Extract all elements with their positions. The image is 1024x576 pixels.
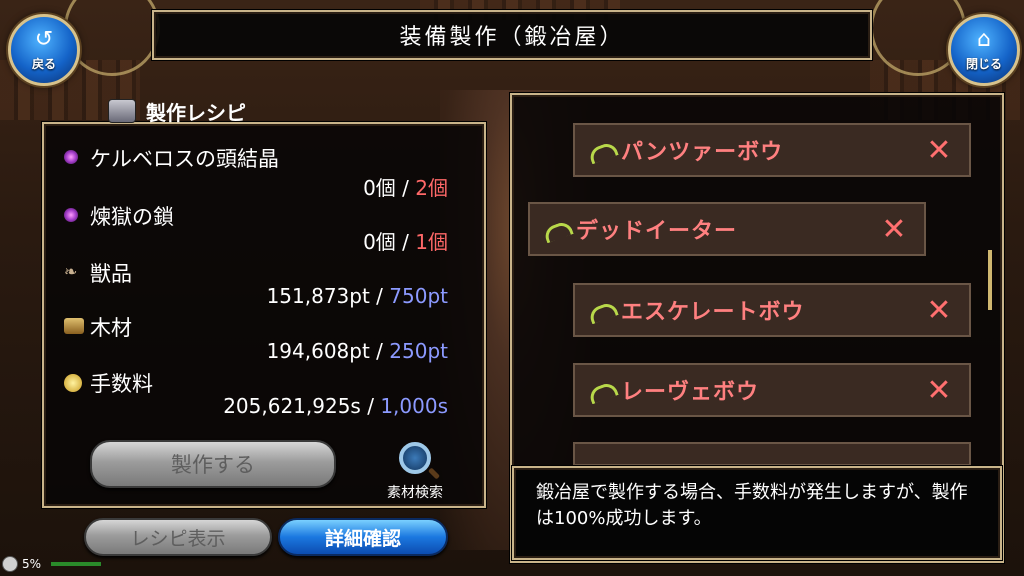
bow-icon <box>589 142 611 158</box>
material-need: 750pt <box>389 284 448 308</box>
list-scrollbar[interactable] <box>988 250 992 310</box>
unavailable-mark-icon: ✕ <box>926 292 952 328</box>
description-text: 鍛冶屋で製作する場合、手数料が発生しますが、製作は100%成功します。 <box>536 482 968 529</box>
list-item[interactable]: エスケレートボウ ✕ <box>573 283 971 337</box>
material-name: 獣品 <box>90 262 132 286</box>
home-icon: ⌂ <box>977 26 991 52</box>
back-arrow-icon: ↺ <box>34 26 54 52</box>
coins-icon <box>64 374 82 392</box>
craft-button[interactable]: 製作する <box>90 440 336 488</box>
list-item[interactable]: パンツァーボウ ✕ <box>573 123 971 177</box>
battery-text: 5% <box>22 557 42 571</box>
wood-icon <box>64 318 84 334</box>
list-item-name: レーヴェボウ <box>621 380 760 405</box>
material-quantity: 151,873pt / 750pt <box>267 284 448 308</box>
details-button[interactable]: 詳細確認 <box>278 518 448 556</box>
material-quantity: 194,608pt / 250pt <box>267 339 448 363</box>
material-search-label: 素材検索 <box>387 485 443 501</box>
recipe-book-icon <box>108 99 136 123</box>
material-have: 0個 <box>363 176 396 200</box>
recipe-view-label: レシピ表示 <box>130 527 226 550</box>
material-sep: / <box>402 176 409 200</box>
material-name: 煉獄の鎖 <box>90 205 174 229</box>
purple-gem-icon <box>64 150 82 168</box>
list-item-name: デッドイーター <box>576 219 738 244</box>
material-have: 151,873pt <box>266 284 370 308</box>
material-have: 0個 <box>363 230 396 254</box>
battery-bar <box>51 562 102 566</box>
material-need: 1,000s <box>380 394 448 418</box>
craft-button-label: 製作する <box>171 453 255 477</box>
unavailable-mark-icon: ✕ <box>881 211 907 247</box>
material-sep: / <box>367 394 374 418</box>
material-have: 194,608pt <box>266 339 370 363</box>
material-quantity: 0個 / 1個 <box>363 226 448 255</box>
magnifier-icon <box>399 442 431 474</box>
material-name: 手数料 <box>90 372 153 396</box>
material-name: 木材 <box>90 316 132 340</box>
material-sep: / <box>376 284 383 308</box>
close-button-label: 閉じる <box>965 56 1002 71</box>
battery-icon <box>2 556 18 572</box>
list-item-selected[interactable]: デッドイーター ✕ <box>528 202 926 256</box>
material-search-button[interactable]: 素材検索 <box>370 440 460 501</box>
material-need: 2個 <box>415 176 448 200</box>
recipe-header-label: 製作レシピ <box>146 100 246 125</box>
list-item[interactable]: レーヴェボウ ✕ <box>573 363 971 417</box>
list-item-name: パンツァーボウ <box>621 140 784 165</box>
material-sep: / <box>376 339 383 363</box>
back-button[interactable]: ↺ 戻る <box>8 14 80 86</box>
list-item-partial[interactable] <box>573 442 971 466</box>
description-box: 鍛冶屋で製作する場合、手数料が発生しますが、製作は100%成功します。 <box>512 466 1002 560</box>
bow-icon <box>589 382 611 398</box>
material-need: 250pt <box>389 339 448 363</box>
back-button-label: 戻る <box>31 56 56 71</box>
list-item-name: エスケレートボウ <box>621 300 805 325</box>
fang-icon: ❧ <box>64 262 78 281</box>
close-button[interactable]: ⌂ 閉じる <box>948 14 1020 86</box>
unavailable-mark-icon: ✕ <box>926 132 952 168</box>
material-quantity: 0個 / 2個 <box>363 172 448 201</box>
recipe-view-button[interactable]: レシピ表示 <box>84 518 272 556</box>
details-label: 詳細確認 <box>324 527 401 550</box>
material-have: 205,621,925s <box>223 394 361 418</box>
material-name: ケルベロスの頭結晶 <box>90 147 279 171</box>
bow-icon <box>544 221 566 237</box>
purple-gem-icon <box>64 208 82 226</box>
material-need: 1個 <box>415 230 448 254</box>
material-quantity: 205,621,925s / 1,000s <box>223 394 448 418</box>
recipe-header: 製作レシピ <box>108 96 346 126</box>
unavailable-mark-icon: ✕ <box>926 372 952 408</box>
battery-status: 5% <box>2 556 102 572</box>
title-bar: 装備製作（鍛冶屋） <box>152 10 872 60</box>
page-title: 装備製作（鍛冶屋） <box>399 25 625 50</box>
material-sep: / <box>402 230 409 254</box>
bow-icon <box>589 302 611 318</box>
